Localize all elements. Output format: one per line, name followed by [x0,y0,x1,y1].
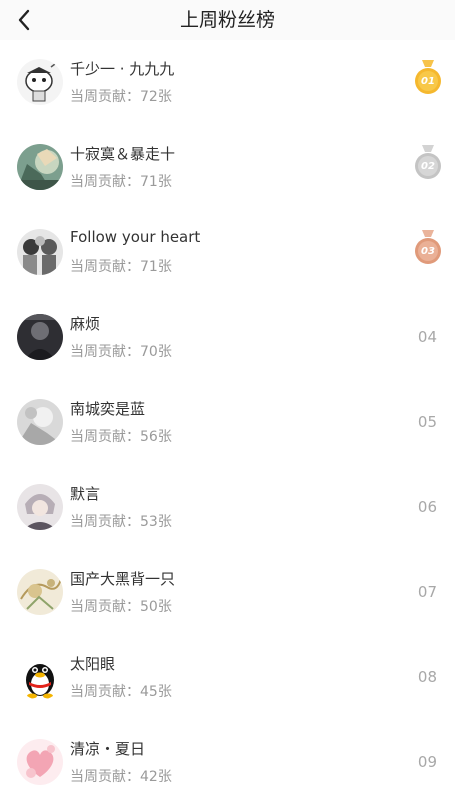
rank-number: 06 [417,498,437,516]
fan-name: 太阳眼 [70,655,116,673]
fan-name: 南城奕是蓝 [70,400,146,418]
fan-name: 十寂寞＆暴走十 [70,145,176,163]
list-item[interactable]: 麻烦 当周贡献：70张 04 [0,295,455,380]
contribution-count: 当周贡献：42张 [70,769,172,785]
medal-rank: 02 [421,161,435,172]
list-item[interactable]: 太阳眼 当周贡献：45张 08 [0,635,455,720]
silver-medal-icon: 02 [413,145,443,181]
gold-medal-icon: 01 [413,60,443,96]
contribution-count: 当周贡献：50张 [70,599,172,615]
list-item[interactable]: 千少一 · 九九九 当周贡献：72张 01 [0,40,455,125]
avatar [17,229,63,275]
list-item[interactable]: 南城奕是蓝 当周贡献：56张 05 [0,380,455,465]
avatar [17,484,63,530]
avatar [17,569,63,615]
rank-number: 04 [417,328,437,346]
page-title: 上周粉丝榜 [179,9,275,31]
fan-name: 默言 [70,485,101,503]
rank-number: 07 [417,583,437,601]
fan-name: 麻烦 [70,315,101,333]
rank-number: 08 [417,668,437,686]
list-item[interactable]: 国产大黑背一只 当周贡献：50张 07 [0,550,455,635]
fan-name: 千少一 · 九九九 [70,60,175,78]
contribution-count: 当周贡献：71张 [70,174,172,190]
contribution-count: 当周贡献：53张 [70,514,172,530]
avatar [17,59,63,105]
rank-number: 09 [417,753,437,771]
contribution-count: 当周贡献：56张 [70,429,172,445]
header-bar: 上周粉丝榜 [0,0,455,40]
contribution-count: 当周贡献：70张 [70,344,172,360]
bronze-medal-icon: 03 [413,230,443,266]
medal-rank: 03 [421,246,435,257]
avatar [17,654,63,700]
fan-ranking-list: 千少一 · 九九九 当周贡献：72张 01 十寂寞＆暴走十 当周贡献：71张 0… [0,40,455,800]
avatar [17,314,63,360]
contribution-count: 当周贡献：45张 [70,684,172,700]
rank-number: 05 [417,413,437,431]
avatar [17,739,63,785]
contribution-count: 当周贡献：72张 [70,89,172,105]
fan-name: Follow your heart [70,228,201,246]
fan-name: 国产大黑背一只 [70,570,176,588]
list-item[interactable]: 十寂寞＆暴走十 当周贡献：71张 02 [0,125,455,210]
list-item[interactable]: 默言 当周贡献：53张 06 [0,465,455,550]
list-item[interactable]: 清凉・夏日 当周贡献：42张 09 [0,720,455,800]
fan-name: 清凉・夏日 [70,740,146,758]
avatar [17,144,63,190]
medal-rank: 01 [421,76,435,87]
contribution-count: 当周贡献：71张 [70,259,172,275]
list-item[interactable]: Follow your heart 当周贡献：71张 03 [0,210,455,295]
avatar [17,399,63,445]
